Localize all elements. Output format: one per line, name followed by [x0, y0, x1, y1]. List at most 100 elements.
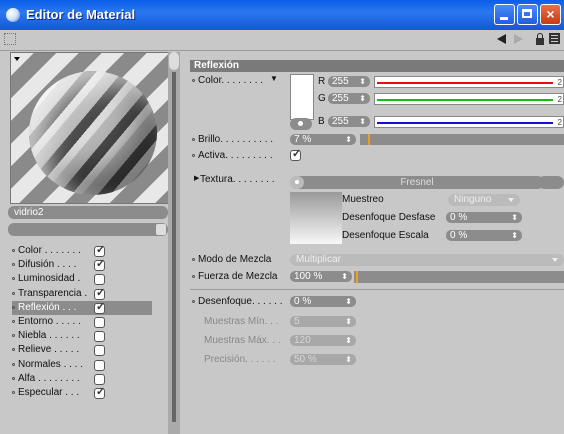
b-stepper-icon[interactable]: ⬍ [359, 116, 366, 127]
brillo-field[interactable]: 7 % ⬍ [290, 134, 356, 145]
desenfoque-escala-field[interactable]: 0 % ⬍ [446, 230, 522, 241]
muestras-max-label-text: Muestras Máx [204, 335, 267, 346]
channel-item[interactable]: Relieve . . . . . [12, 343, 152, 357]
muestreo-chevron-down-icon [508, 198, 514, 202]
b-slider[interactable]: 2 [374, 116, 564, 128]
fuerza-mezcla-slider[interactable] [354, 271, 564, 283]
app-icon [6, 8, 20, 22]
channel-checkbox[interactable] [94, 300, 105, 314]
r-value-field[interactable]: 255 ⬍ [328, 76, 370, 87]
secondary-field-button[interactable] [156, 224, 166, 235]
back-arrow-icon[interactable] [497, 34, 506, 44]
texture-menu-button[interactable] [290, 176, 304, 189]
g-stepper-icon[interactable]: ⬍ [359, 93, 366, 104]
channel-item[interactable]: Entorno . . . . . [12, 315, 152, 329]
menu-icon[interactable] [549, 33, 560, 44]
b-label: B [318, 116, 325, 127]
desenfoque-stepper-icon[interactable]: ⬍ [345, 296, 352, 307]
desenfoque-desfase-stepper-icon[interactable]: ⬍ [511, 212, 518, 223]
muestras-max-stepper-icon[interactable]: ⬍ [345, 335, 352, 346]
preview-sphere [29, 71, 157, 195]
channel-checkbox[interactable] [94, 331, 105, 343]
g-value-field[interactable]: 255 ⬍ [328, 93, 370, 104]
precision-stepper-icon[interactable]: ⬍ [345, 354, 352, 365]
channel-item[interactable]: Color . . . . . . . [12, 243, 152, 258]
vertical-scrollbar[interactable] [168, 52, 180, 434]
channel-label: Difusión . . . . [18, 259, 77, 271]
texture-field[interactable]: Fresnel [290, 176, 544, 189]
channel-checkbox[interactable] [94, 274, 105, 286]
desenfoque-desfase-label: Desenfoque Desfase [342, 212, 436, 223]
title-bar[interactable]: Editor de Material × [0, 0, 564, 30]
brillo-slider-marker[interactable] [368, 134, 370, 145]
muestreo-dropdown[interactable]: Ninguno [448, 194, 520, 206]
channel-checkbox[interactable] [94, 359, 105, 371]
channel-item[interactable]: Luminosidad . [12, 272, 152, 286]
scrollbar-thumb[interactable] [172, 72, 176, 422]
muestras-min-label: Muestras Mín. . . [204, 316, 279, 327]
channel-dot-icon [12, 348, 15, 352]
color-label: Color. . . . . . . . [198, 75, 264, 86]
desenfoque-escala-stepper-icon[interactable]: ⬍ [511, 230, 518, 241]
g-slider[interactable]: 2 [374, 93, 564, 105]
channel-dot-icon [12, 390, 15, 394]
forward-arrow-icon[interactable] [514, 34, 523, 44]
modo-mezcla-label: Modo de Mezcla [198, 254, 272, 265]
channel-dot-icon [12, 319, 15, 323]
channel-item[interactable]: Niebla . . . . . . [12, 329, 152, 343]
muestras-min-stepper-icon[interactable]: ⬍ [345, 316, 352, 327]
minimize-button[interactable] [494, 4, 515, 25]
channel-checkbox[interactable] [94, 257, 105, 272]
muestras-min-field[interactable]: 5 ⬍ [290, 316, 356, 327]
muestras-max-field[interactable]: 120 ⬍ [290, 335, 356, 346]
fuerza-mezcla-stepper-icon[interactable]: ⬍ [341, 271, 348, 282]
texture-end-button[interactable] [538, 176, 564, 189]
color-menu-arrow-icon[interactable]: ▼ [270, 74, 278, 83]
channel-item[interactable]: Normales . . . . [12, 358, 152, 372]
activa-checkbox[interactable] [290, 147, 301, 161]
fuerza-mezcla-slider-marker[interactable] [356, 271, 358, 283]
channel-dot-icon [12, 291, 15, 295]
channel-checkbox[interactable] [94, 373, 105, 385]
r-stepper-icon[interactable]: ⬍ [359, 76, 366, 87]
channel-item[interactable]: Especular . . . [12, 385, 152, 400]
channel-item[interactable]: Difusión . . . . [12, 257, 152, 272]
close-button[interactable]: × [540, 4, 561, 25]
r-slider[interactable]: 2 [374, 76, 564, 88]
channel-label: Entorno . . . . . [18, 315, 81, 327]
section-divider [190, 289, 564, 290]
preview-menu-arrow-icon[interactable] [14, 57, 20, 61]
brillo-stepper-icon[interactable]: ⬍ [345, 134, 352, 145]
muestreo-label: Muestreo [342, 194, 384, 205]
b-value-field[interactable]: 255 ⬍ [328, 116, 370, 127]
desenfoque-desfase-field[interactable]: 0 % ⬍ [446, 212, 522, 223]
textura-expand-icon[interactable]: ▶ [194, 174, 199, 182]
color-picker-button[interactable] [290, 118, 312, 130]
menu-grip-icon[interactable] [4, 33, 16, 45]
channel-dot-icon [12, 277, 15, 281]
channel-item[interactable]: Transparencia . [12, 286, 152, 301]
precision-field[interactable]: 50 % ⬍ [290, 354, 356, 365]
channel-checkbox[interactable] [94, 345, 105, 357]
channel-checkbox[interactable] [94, 385, 105, 399]
fuerza-mezcla-dot-icon [192, 275, 195, 278]
maximize-button[interactable] [517, 4, 538, 25]
material-secondary-field[interactable] [8, 223, 168, 236]
desenfoque-label: Desenfoque. . . . . . [198, 296, 283, 307]
fuerza-mezcla-field[interactable]: 100 % ⬍ [290, 271, 352, 282]
channel-item[interactable]: Reflexión . . . [12, 300, 152, 315]
desenfoque-field[interactable]: 0 % ⬍ [290, 296, 356, 307]
brillo-slider[interactable] [360, 134, 564, 145]
modo-mezcla-value: Multiplicar [296, 254, 342, 265]
color-swatch[interactable] [290, 74, 314, 120]
scrollbar-cap[interactable] [169, 52, 179, 70]
channel-checkbox[interactable] [94, 243, 105, 257]
channel-checkbox[interactable] [94, 316, 105, 328]
material-name-field[interactable]: vidrio2 [8, 206, 168, 219]
modo-mezcla-dropdown[interactable]: Multiplicar [290, 254, 564, 266]
lock-icon[interactable] [536, 33, 544, 45]
channel-item[interactable]: Alfa . . . . . . . . [12, 372, 152, 386]
fuerza-mezcla-value: 100 % [294, 271, 323, 282]
material-preview[interactable] [10, 52, 170, 204]
channel-checkbox[interactable] [94, 286, 105, 300]
